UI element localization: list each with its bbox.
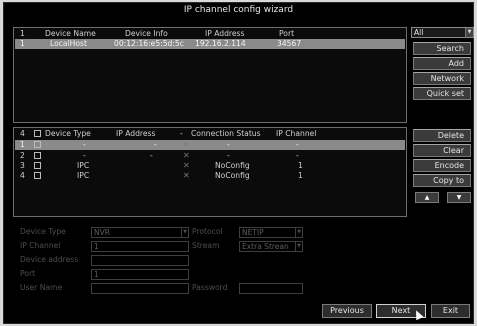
chevron-down-icon[interactable]: ▼	[181, 228, 188, 237]
row-ip-channel: 1	[298, 171, 303, 180]
header-num: 1	[20, 29, 25, 38]
header-device-name[interactable]: Device Name	[45, 29, 96, 39]
row-ip-channel: 1	[298, 161, 303, 170]
chevron-down-icon[interactable]: ▼	[295, 228, 302, 237]
row-connection-status: -	[227, 151, 230, 160]
row-num: 3	[20, 161, 25, 170]
port-label: Port	[20, 269, 36, 278]
device-list-row[interactable]: 1 LocalHost 00:12:16:e5:5d:5c 192.16.2.1…	[15, 39, 405, 49]
delete-x-icon[interactable]: ✕	[183, 151, 190, 161]
user-name-input[interactable]	[91, 283, 189, 294]
add-button[interactable]: Add	[413, 57, 471, 70]
device-address-label: Device address	[20, 255, 79, 264]
scroll-down-button[interactable]: ▼	[447, 192, 471, 203]
ip-channel-label: IP Channel	[20, 241, 61, 250]
scroll-up-button[interactable]: ▲	[415, 192, 439, 203]
chevron-down-icon[interactable]: ▼	[295, 242, 302, 251]
row-device-name: LocalHost	[50, 39, 87, 48]
row-ip-address: -	[150, 151, 153, 160]
header-port[interactable]: Port	[279, 29, 294, 39]
device-address-input[interactable]	[91, 255, 189, 266]
row-checkbox[interactable]	[34, 152, 41, 159]
row-num: 2	[20, 151, 25, 160]
device-type-value: NVR	[94, 228, 110, 237]
row-device-type: IPC	[77, 161, 90, 170]
stream-value: Extra Strean	[242, 242, 289, 251]
header-ip-address[interactable]: IP Address	[116, 129, 155, 139]
channel-row[interactable]: 1 - - ✕ - -	[15, 140, 405, 150]
header-ip-channel[interactable]: IP Channel	[276, 129, 316, 139]
header-ip-address[interactable]: IP Address	[205, 29, 244, 39]
header-device-type[interactable]: Device Type	[45, 129, 91, 139]
row-ip-channel: -	[296, 140, 299, 149]
channel-row[interactable]: 4 IPC ✕ NoConfig 1	[15, 171, 405, 181]
protocol-value: NETIP	[242, 228, 264, 237]
row-port: 34567	[277, 39, 302, 48]
quick-set-button[interactable]: Quick set	[413, 87, 471, 100]
clear-button[interactable]: Clear	[413, 144, 471, 157]
chevron-down-icon[interactable]: ▼	[465, 28, 473, 37]
device-list-panel[interactable]: 1 Device Name Device Info IP Address Por…	[13, 27, 407, 123]
stream-label: Stream	[192, 241, 220, 250]
delete-button[interactable]: Delete	[413, 129, 471, 142]
row-device-type: -	[83, 140, 86, 149]
channel-list-header: 4 Device Type IP Address - Connection St…	[15, 129, 405, 139]
select-all-checkbox[interactable]	[34, 130, 41, 137]
exit-button[interactable]: Exit	[431, 304, 470, 318]
delete-x-icon[interactable]: ✕	[183, 161, 190, 171]
row-num: 4	[20, 171, 25, 180]
delete-x-icon[interactable]: ✕	[183, 171, 190, 181]
copy-to-button[interactable]: Copy to	[413, 174, 471, 187]
port-input[interactable]: 1	[91, 269, 189, 280]
device-filter-value: All	[414, 28, 424, 37]
protocol-label: Protocol	[192, 227, 223, 236]
row-device-info: 00:12:16:e5:5d:5c	[114, 39, 184, 48]
search-button[interactable]: Search	[413, 42, 471, 55]
header-device-info[interactable]: Device Info	[125, 29, 168, 39]
row-ip-address: -	[154, 140, 157, 149]
password-label: Password	[192, 283, 228, 292]
row-num: 1	[20, 39, 25, 48]
device-type-select[interactable]: NVR ▼	[91, 227, 189, 238]
row-num: 1	[20, 140, 25, 149]
stream-select[interactable]: Extra Strean ▼	[239, 241, 303, 252]
row-ip-channel: -	[296, 151, 299, 160]
row-checkbox[interactable]	[34, 172, 41, 179]
window-title: IP channel config wizard	[183, 5, 294, 15]
channel-row[interactable]: 2 - - ✕ - -	[15, 151, 405, 161]
header-connection-status[interactable]: Connection Status	[191, 129, 261, 139]
row-connection-status: NoConfig	[215, 171, 250, 180]
row-device-type: IPC	[77, 171, 90, 180]
ip-channel-input[interactable]: 1	[91, 241, 189, 252]
previous-button[interactable]: Previous	[322, 304, 372, 318]
row-device-type: -	[83, 151, 86, 160]
ip-channel-config-wizard-window: IP channel config wizard 1 Device Name D…	[3, 2, 474, 324]
encode-button[interactable]: Encode	[413, 159, 471, 172]
channel-list-panel[interactable]: 4 Device Type IP Address - Connection St…	[13, 127, 407, 217]
channel-row[interactable]: 3 IPC ✕ NoConfig 1	[15, 161, 405, 171]
row-checkbox[interactable]	[34, 162, 41, 169]
row-connection-status: NoConfig	[215, 161, 250, 170]
header-dash: -	[180, 129, 183, 138]
row-connection-status: -	[227, 140, 230, 149]
header-channel-count: 4	[20, 129, 25, 138]
user-name-label: User Name	[20, 283, 63, 292]
device-filter-select[interactable]: All ▼	[411, 27, 474, 38]
delete-x-icon[interactable]: ✕	[183, 140, 190, 150]
password-input[interactable]	[239, 283, 303, 294]
device-list-header: 1 Device Name Device Info IP Address Por…	[15, 29, 405, 39]
row-ip-address: 192.16.2.114	[195, 39, 246, 48]
network-button[interactable]: Network	[413, 72, 471, 85]
protocol-select[interactable]: NETIP ▼	[239, 227, 303, 238]
row-checkbox[interactable]	[34, 141, 41, 148]
device-type-label: Device Type	[20, 227, 66, 236]
